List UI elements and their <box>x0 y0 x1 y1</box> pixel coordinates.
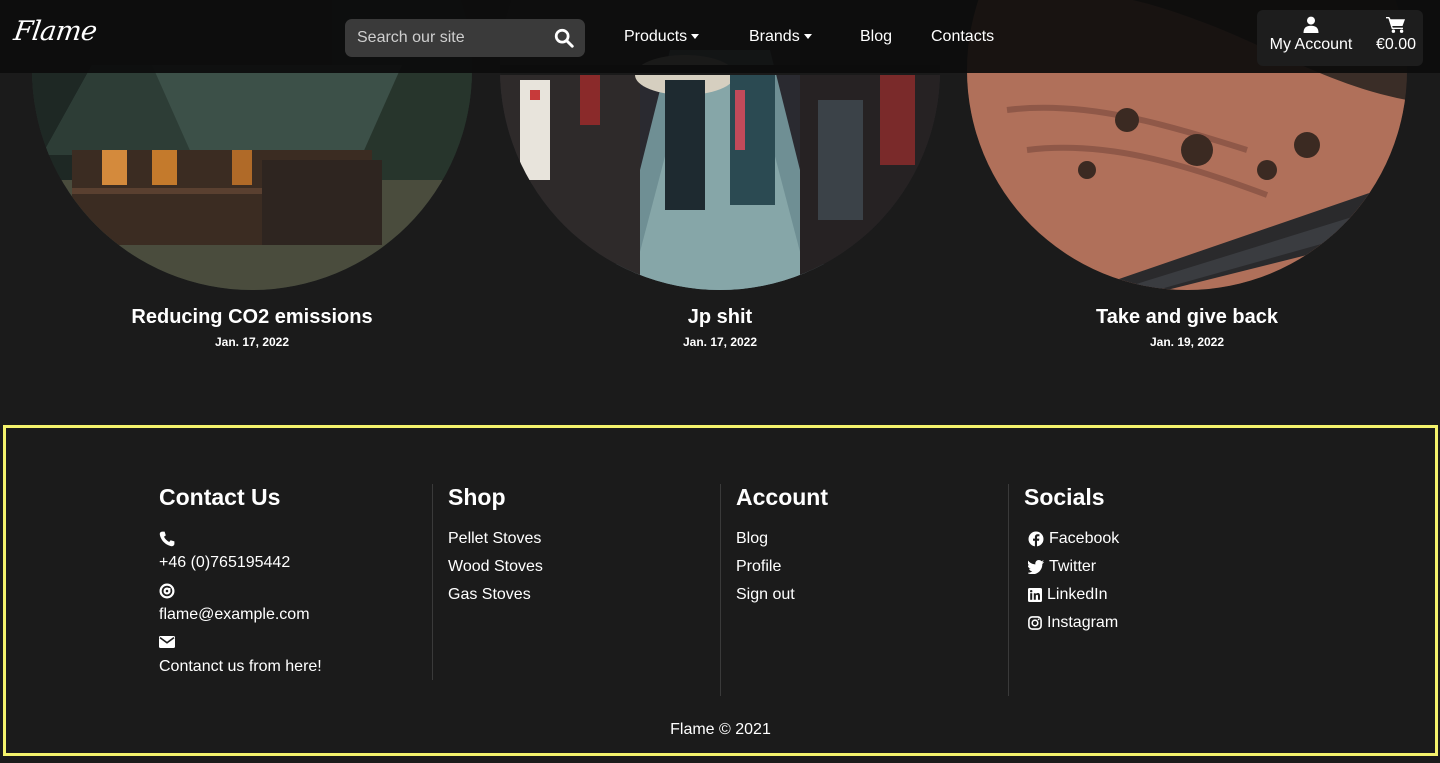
at-sign-icon <box>159 583 175 599</box>
footer-shop-column: Shop Pellet Stoves Wood Stoves Gas Stove… <box>432 484 720 680</box>
search-icon <box>554 28 574 48</box>
contact-email: flame@example.com <box>159 606 310 623</box>
footer-link-profile[interactable]: Profile <box>736 558 781 576</box>
footer-contact-heading: Contact Us <box>159 484 281 510</box>
social-linkedin-label: LinkedIn <box>1047 586 1108 603</box>
footer-account-column: Account Blog Profile Sign out <box>720 484 1008 696</box>
linkedin-icon <box>1028 588 1042 602</box>
nav-blog-link[interactable]: Blog <box>860 28 892 46</box>
social-instagram-link[interactable]: Instagram <box>1028 614 1118 632</box>
social-instagram-label: Instagram <box>1047 614 1119 631</box>
cart-total: €0.00 <box>1375 36 1417 53</box>
user-icon <box>1303 16 1319 33</box>
post-date: Jan. 19, 2022 <box>1149 335 1225 349</box>
navbar: Flame Products Brands Blog Contacts My A… <box>0 0 1440 73</box>
nav-brands-label: Brands <box>749 28 800 45</box>
shopping-cart-icon <box>1386 17 1405 33</box>
account-cart-group: My Account €0.00 <box>1257 10 1423 66</box>
my-account-button[interactable]: My Account <box>1265 10 1357 54</box>
caret-down-icon <box>803 34 812 40</box>
contact-form-link[interactable]: Contanct us from here! <box>159 658 322 676</box>
post-title[interactable]: Reducing CO2 emissions <box>32 306 472 329</box>
flame-logo[interactable]: Flame <box>12 16 99 47</box>
copyright-text: Flame © 2021 <box>670 721 771 738</box>
search-button[interactable] <box>553 27 575 49</box>
post-title[interactable]: Take and give back <box>967 306 1407 329</box>
caret-down-icon <box>691 34 700 40</box>
nav-products-label: Products <box>624 28 688 45</box>
nav-brands-dropdown[interactable]: Brands <box>749 28 812 46</box>
footer-socials-heading: Socials <box>1024 484 1105 510</box>
instagram-icon <box>1028 616 1042 630</box>
social-twitter-label: Twitter <box>1049 558 1097 575</box>
footer-contact-column: Contact Us +46 (0)765195442 flame@exampl… <box>159 484 447 680</box>
nav-products-dropdown[interactable]: Products <box>624 28 700 46</box>
footer-link-pellet-stoves[interactable]: Pellet Stoves <box>448 530 541 548</box>
social-facebook-label: Facebook <box>1049 530 1120 547</box>
footer-link-sign-out[interactable]: Sign out <box>736 586 795 604</box>
search-input[interactable] <box>345 19 545 57</box>
contact-phone: +46 (0)765195442 <box>159 554 291 571</box>
cart-button[interactable]: €0.00 <box>1369 10 1423 54</box>
social-twitter-link[interactable]: Twitter <box>1028 558 1096 576</box>
site-footer: Contact Us +46 (0)765195442 flame@exampl… <box>3 425 1438 756</box>
footer-account-heading: Account <box>736 484 828 510</box>
footer-link-gas-stoves[interactable]: Gas Stoves <box>448 586 531 604</box>
envelope-icon <box>159 636 175 648</box>
facebook-icon <box>1028 531 1044 547</box>
my-account-label: My Account <box>1269 36 1353 53</box>
post-date: Jan. 17, 2022 <box>682 335 758 349</box>
twitter-icon <box>1028 560 1044 574</box>
phone-icon <box>159 531 175 547</box>
footer-socials-column: Socials Facebook Twitter LinkedIn Instag… <box>1008 484 1296 696</box>
footer-link-blog[interactable]: Blog <box>736 530 768 548</box>
footer-shop-heading: Shop <box>448 484 506 510</box>
footer-link-wood-stoves[interactable]: Wood Stoves <box>448 558 543 576</box>
nav-contacts-link[interactable]: Contacts <box>931 28 994 46</box>
post-title[interactable]: Jp shit <box>500 306 940 329</box>
search-bar <box>345 19 585 57</box>
post-date: Jan. 17, 2022 <box>214 335 290 349</box>
social-linkedin-link[interactable]: LinkedIn <box>1028 586 1108 604</box>
social-facebook-link[interactable]: Facebook <box>1028 530 1119 548</box>
